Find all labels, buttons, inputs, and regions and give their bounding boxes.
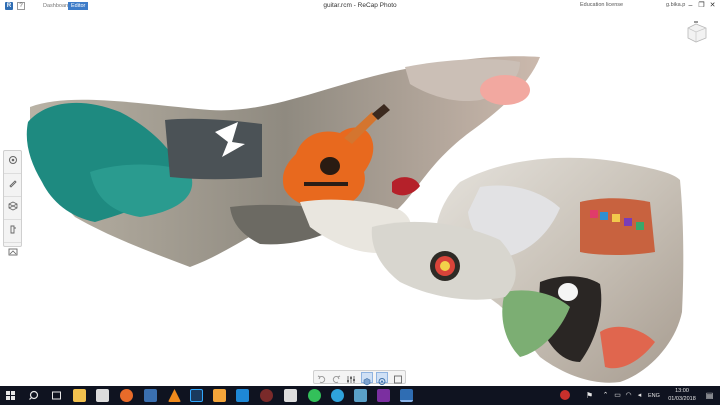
file-manager-icon[interactable] <box>354 389 367 402</box>
display-mode-button[interactable] <box>361 372 373 386</box>
whatsapp-icon[interactable] <box>308 389 321 402</box>
close-button[interactable]: ✕ <box>708 1 717 10</box>
photoshop-icon[interactable] <box>190 389 203 402</box>
notification-badge-icon[interactable] <box>560 390 570 400</box>
settings-button[interactable] <box>4 155 21 174</box>
media-icon[interactable] <box>260 389 273 402</box>
telegram-icon[interactable] <box>331 389 344 402</box>
redo-button[interactable] <box>330 372 342 383</box>
measure-button[interactable] <box>4 224 21 243</box>
image-frame-icon <box>8 248 17 256</box>
minimize-button[interactable]: – <box>686 1 695 10</box>
hexagon-icon <box>8 201 17 211</box>
language-indicator[interactable]: ENG <box>648 393 660 399</box>
recap-photo-window: R ? Dashboard Editor guitar.rcm - ReCap … <box>0 0 720 386</box>
clock-time[interactable]: 13:00 <box>670 388 694 394</box>
restore-button[interactable]: ❐ <box>697 1 706 10</box>
file-explorer-icon[interactable] <box>73 389 86 402</box>
crop-icon <box>394 375 402 384</box>
vlc-icon[interactable] <box>168 389 181 402</box>
people-icon[interactable]: ⚑ <box>582 388 597 403</box>
calculator-icon[interactable] <box>284 389 297 402</box>
title-bar: R ? Dashboard Editor guitar.rcm - ReCap … <box>0 0 720 12</box>
mesh-tools-button[interactable] <box>4 201 21 220</box>
user-name[interactable]: g.bika.p <box>666 2 685 8</box>
windows-taskbar: ⚑ ⌃ ▭ ◠ ◂ ENG 13:00 01/03/2018 ▤ <box>0 386 720 405</box>
word-pad-icon[interactable] <box>144 389 157 402</box>
export-image-button[interactable] <box>4 247 21 266</box>
redo-icon <box>332 375 341 383</box>
windows-start-icon[interactable] <box>3 388 18 403</box>
mesh-viewport[interactable] <box>0 12 720 386</box>
tool-palette <box>3 150 22 256</box>
orbit-icon <box>378 378 386 385</box>
c-app-icon[interactable] <box>236 389 249 402</box>
measure-icon <box>10 225 16 234</box>
pencil-icon <box>8 180 17 188</box>
cube-icon <box>363 378 371 386</box>
orbit-button[interactable] <box>376 372 388 385</box>
recap-taskbar-icon[interactable] <box>400 389 413 402</box>
search-icon[interactable] <box>27 388 42 403</box>
pencil-button[interactable] <box>4 178 21 197</box>
crop-button[interactable] <box>392 372 404 384</box>
undo-icon <box>317 375 326 383</box>
clock-date[interactable]: 01/03/2018 <box>664 396 700 402</box>
fusion-icon[interactable] <box>213 389 226 402</box>
onenote-icon[interactable] <box>377 389 390 402</box>
undo-button[interactable] <box>316 372 328 383</box>
settings-icon <box>8 156 17 164</box>
bottom-toolbar <box>313 370 406 386</box>
settings-sliders-button[interactable] <box>345 372 357 383</box>
notepad-icon[interactable] <box>96 389 109 402</box>
view-cube[interactable] <box>682 20 710 46</box>
firefox-icon[interactable] <box>120 389 133 402</box>
sliders-icon <box>347 376 355 383</box>
license-label[interactable]: Education license <box>580 2 623 8</box>
task-view-icon[interactable] <box>49 388 64 403</box>
volume-icon[interactable]: ◂ <box>632 388 647 403</box>
action-center-icon[interactable]: ▤ <box>702 388 717 403</box>
